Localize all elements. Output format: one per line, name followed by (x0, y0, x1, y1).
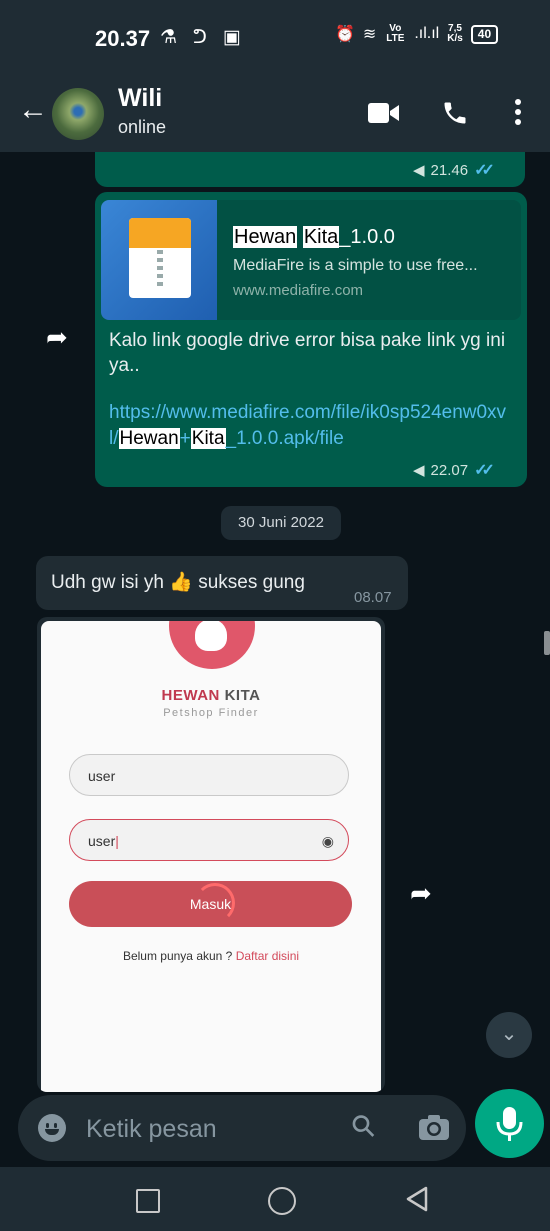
zip-file-icon (129, 218, 191, 298)
contact-name[interactable]: Wili (118, 84, 162, 113)
message-bubble-outgoing[interactable]: ◀ 21.46 ✓✓ (95, 152, 525, 187)
battery-icon: 40 (470, 24, 499, 44)
volte-label: Vo LTE (386, 23, 405, 44)
message-bubble-incoming[interactable]: Udh gw isi yh 👍 sukses gung 08.07 (36, 556, 408, 610)
register-link: Daftar disini (235, 949, 300, 963)
message-meta: ◀ 22.07 ✓✓ (413, 460, 495, 480)
nav-back-icon[interactable] (404, 1185, 430, 1213)
link-highlight-1[interactable]: Hewan (118, 428, 180, 449)
message-time: 21.46 (430, 161, 469, 179)
link-preview-description: MediaFire is a simple to use free... (233, 257, 478, 274)
chat-header: ← Wili online (0, 78, 550, 152)
app-brand-name: HEWAN KITA (41, 687, 381, 704)
status-bar: 20.37 ⚗ ᕤ ▣ ⏰ ≋ Vo LTE .ıl.ıl 7,5 K/s 40 (0, 0, 550, 78)
date-separator: 30 Juni 2022 (221, 506, 341, 540)
lab-icon: ⚗ (160, 27, 178, 48)
message-text-part: sukses gung (198, 572, 305, 593)
username-field: user (69, 754, 349, 796)
calendar-icon: ▣ (222, 27, 241, 48)
message-meta: ◀ 21.46 ✓✓ (413, 160, 495, 180)
loading-spinner-icon (195, 883, 235, 923)
megaphone-icon: ◀ (413, 462, 425, 479)
message-bubble-outgoing[interactable]: Hewan Kita_1.0.0 MediaFire is a simple t… (95, 192, 527, 487)
scrollbar-thumb[interactable] (544, 631, 550, 655)
contact-avatar[interactable] (52, 88, 104, 140)
title-part-1: Hewan (233, 226, 298, 248)
link-plus[interactable]: + (180, 428, 191, 449)
link-highlight-2[interactable]: Kita (190, 428, 226, 449)
composer-pill: ⚲ (18, 1095, 466, 1161)
status-system-icons: ⏰ ≋ Vo LTE .ıl.ıl 7,5 K/s 40 (335, 23, 499, 44)
thumbs-up-emoji: 👍 (169, 572, 193, 593)
voice-call-icon[interactable] (441, 99, 469, 127)
app-tagline: Petshop Finder (163, 707, 259, 719)
message-text: Udh gw isi yh 👍 sukses gung (51, 570, 305, 594)
title-part-3: _1.0.0 (339, 226, 395, 248)
wifi-icon: ≋ (362, 26, 377, 43)
notification-icon: ᕤ (193, 27, 207, 48)
signal-icon: .ıl.ıl (414, 25, 440, 42)
read-ticks-icon: ✓✓ (474, 162, 495, 179)
link-preview-thumbnail (101, 200, 217, 320)
link-preview[interactable]: Hewan Kita_1.0.0 MediaFire is a simple t… (101, 200, 521, 320)
chat-area[interactable]: ◀ 21.46 ✓✓ Hewan Kita_1.0.0 MediaFire is… (0, 152, 550, 1092)
password-value: user (88, 833, 116, 849)
login-button: Masuk (69, 881, 352, 927)
read-ticks-icon: ✓✓ (474, 462, 495, 479)
message-text: Kalo link google drive error bisa pake l… (109, 330, 506, 376)
net-speed: 7,5 K/s (447, 24, 463, 44)
camera-icon[interactable] (418, 1113, 450, 1141)
emoji-icon[interactable] (38, 1114, 66, 1142)
message-link[interactable]: https://www.mediafire.com/file/ik0sp524e… (109, 400, 509, 452)
scroll-to-bottom-button[interactable]: ⌄ (486, 1012, 532, 1058)
net-speed-unit: K/s (447, 33, 463, 44)
message-time: 08.07 (354, 589, 392, 606)
image-message[interactable]: HEWAN KITA Petshop Finder user user| ◉ Ma… (37, 617, 385, 1092)
brand-part-1: HEWAN (161, 687, 220, 704)
status-time: 20.37 (95, 26, 151, 51)
register-text: Belum punya akun ? (122, 949, 233, 963)
brand-part-2: KITA (224, 687, 261, 704)
megaphone-icon: ◀ (413, 162, 425, 179)
message-composer: ⚲ (0, 1089, 550, 1167)
video-call-icon[interactable] (368, 102, 400, 124)
app-screenshot-image[interactable]: HEWAN KITA Petshop Finder user user| ◉ Ma… (41, 621, 381, 1092)
paw-logo-icon (169, 621, 255, 669)
voice-record-button[interactable] (475, 1089, 544, 1158)
link-preview-title: Hewan Kita_1.0.0 (233, 226, 395, 249)
eye-icon: ◉ (321, 833, 334, 849)
register-prompt: Belum punya akun ? Daftar disini (41, 949, 381, 963)
title-part-2: Kita (302, 226, 340, 248)
paperclip-icon[interactable]: ⚲ (344, 1106, 384, 1146)
system-nav-bar (0, 1167, 550, 1231)
message-text-part: Udh gw isi yh (51, 572, 164, 593)
password-field: user| ◉ (69, 819, 349, 861)
link-part-2[interactable]: _1.0.0.apk/file (226, 428, 344, 449)
forward-icon[interactable]: ➦ (410, 878, 432, 909)
status-notification-icons: ⚗ ᕤ ▣ (160, 26, 241, 49)
forward-icon[interactable]: ➦ (46, 322, 68, 353)
microphone-icon (496, 1107, 523, 1141)
home-icon[interactable] (268, 1187, 296, 1215)
contact-status: online (118, 117, 167, 137)
message-input[interactable] (84, 1109, 338, 1149)
back-arrow-icon[interactable]: ← (18, 93, 48, 127)
alarm-icon: ⏰ (335, 26, 355, 43)
more-options-icon[interactable] (508, 96, 528, 132)
link-preview-domain: www.mediafire.com (233, 282, 364, 299)
message-time: 22.07 (430, 461, 469, 479)
recents-icon[interactable] (136, 1189, 160, 1213)
